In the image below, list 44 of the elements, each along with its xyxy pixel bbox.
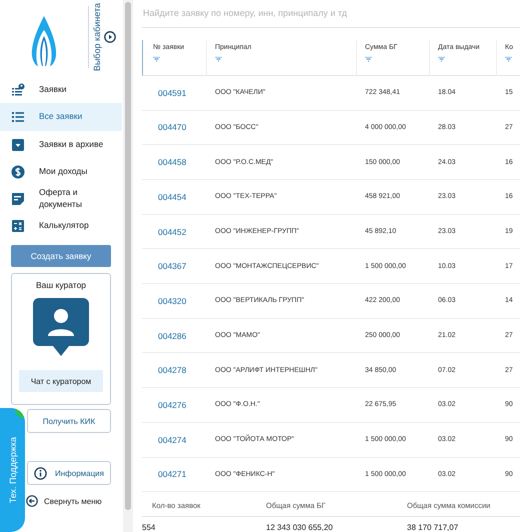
user-avatar-icon xyxy=(33,298,89,356)
request-number-link[interactable]: 004276 xyxy=(142,388,207,423)
summary-value: 38 170 717,07 xyxy=(407,522,460,532)
request-number-link[interactable]: 004278 xyxy=(142,353,207,388)
get-kik-button[interactable]: Получить КИК xyxy=(27,409,111,433)
flame-logo-icon xyxy=(31,16,57,66)
back-arrow-icon xyxy=(26,495,38,507)
menu-item[interactable]: Калькулятор xyxy=(0,212,122,239)
curator-title: Ваш куратор xyxy=(36,280,86,290)
cabinet-selector-label[interactable]: Выбор кабинета xyxy=(92,2,102,72)
request-number-link[interactable]: 004452 xyxy=(142,214,207,250)
filter-icon[interactable] xyxy=(215,56,222,62)
archive-icon xyxy=(11,138,25,152)
info-icon xyxy=(34,466,47,480)
info-button[interactable]: Информация xyxy=(27,461,111,485)
list-person-icon xyxy=(11,82,25,96)
request-number-link[interactable]: 004458 xyxy=(142,145,207,180)
calculator-icon xyxy=(11,218,25,232)
filter-icon[interactable] xyxy=(438,56,445,62)
summary-value: 554 xyxy=(142,522,156,532)
request-number-link[interactable]: 004320 xyxy=(142,284,207,319)
request-number-link[interactable]: 004274 xyxy=(142,422,207,458)
list-icon xyxy=(11,110,25,124)
summary-value: 12 343 030 655,20 xyxy=(266,522,334,532)
menu-item[interactable]: Все заявки xyxy=(0,103,122,131)
play-circle-icon[interactable] xyxy=(104,31,116,43)
request-number-link[interactable]: 004286 xyxy=(142,318,207,354)
menu-item[interactable]: Оферта и документы xyxy=(0,185,122,212)
request-number-link[interactable]: 004271 xyxy=(142,458,207,492)
collapse-menu-button[interactable]: Свернуть меню xyxy=(26,495,122,507)
filter-icon[interactable] xyxy=(153,56,160,62)
request-number-link[interactable]: 004470 xyxy=(142,110,207,146)
filter-icon[interactable] xyxy=(505,56,512,62)
request-number-link[interactable]: 004367 xyxy=(142,249,207,284)
chat-with-curator-button[interactable]: Чат с куратором xyxy=(19,370,103,392)
menu-item[interactable]: Заявки в архиве xyxy=(0,131,122,158)
document-icon xyxy=(11,192,25,206)
filter-icon[interactable] xyxy=(365,56,372,62)
scrollbar[interactable] xyxy=(123,0,133,532)
request-number-link[interactable]: 004454 xyxy=(142,180,207,215)
request-number-link[interactable]: 004591 xyxy=(142,76,207,111)
menu-item[interactable]: Заявки xyxy=(0,76,122,103)
dollar-icon xyxy=(11,164,25,178)
menu-item[interactable]: Мои доходы xyxy=(0,158,122,185)
